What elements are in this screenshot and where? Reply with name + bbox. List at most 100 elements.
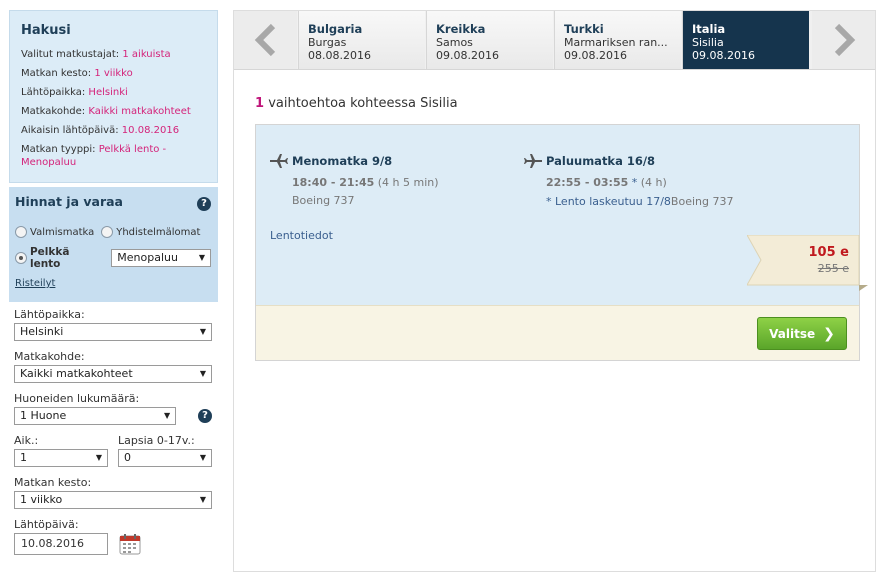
departure-select[interactable]: Helsinki — [14, 323, 212, 341]
summary-label: Matkan kesto: — [21, 68, 92, 79]
tab-place: Marmariksen ran... — [564, 36, 668, 49]
tab-country: Kreikka — [436, 22, 486, 36]
return-title: Paluumatka 16/8 — [546, 154, 656, 168]
search-form: Lähtöpaikka: Helsinki Matkakohde: Kaikki… — [9, 302, 218, 555]
summary-value: 10.08.2016 — [121, 125, 180, 136]
outbound-time-row: 18:40 - 21:45 (4 h 5 min) — [292, 176, 439, 189]
plane-outbound-icon — [270, 154, 288, 168]
radio-package[interactable] — [15, 226, 27, 238]
outbound-leg: Menomatka 9/8 18:40 - 21:45 (4 h 5 min) … — [270, 154, 439, 207]
return-leg: Paluumatka 16/8 22:55 - 03:55 * (4 h) * … — [524, 154, 733, 208]
departure-label: Lähtöpaikka: — [14, 308, 85, 321]
children-label: Lapsia 0-17v.: — [118, 434, 195, 447]
cruises-link[interactable]: Risteilyt — [15, 278, 55, 289]
card-action-bar: Valitse ❯ — [256, 305, 859, 360]
return-time: 22:55 - 03:55 — [546, 176, 629, 189]
tab-country: Bulgaria — [308, 22, 363, 36]
outbound-title: Menomatka 9/8 — [292, 154, 393, 168]
summary-label: Matkakohde: — [21, 106, 86, 117]
calendar-icon[interactable] — [119, 533, 141, 555]
tab-place: Samos — [436, 36, 473, 49]
trip-type-radios: Valmismatka Yhdistelmälomat — [15, 226, 211, 238]
radio-package-label: Valmismatka — [30, 226, 95, 238]
tab-italia[interactable]: Italia Sisilia 09.08.2016 — [682, 11, 809, 69]
flight-info-link[interactable]: Lentotiedot — [270, 229, 333, 242]
summary-value: Helsinki — [88, 87, 128, 98]
summary-row-destination: Matkakohde: Kaikki matkakohteet — [21, 105, 209, 118]
prices-panel: Hinnat ja varaa ? Valmismatka Yhdistelmä… — [9, 187, 218, 302]
summary-row-passengers: Valitut matkustajat: 1 aikuista — [21, 48, 209, 61]
return-time-row: 22:55 - 03:55 * (4 h) — [546, 176, 733, 189]
outbound-time: 18:40 - 21:45 — [292, 176, 375, 189]
duration-label: Matkan kesto: — [14, 476, 92, 489]
help-icon[interactable]: ? — [197, 197, 211, 211]
price-current: 105 e — [808, 245, 849, 260]
flight-result-card: Menomatka 9/8 18:40 - 21:45 (4 h 5 min) … — [255, 124, 868, 361]
destination-tabs: Bulgaria Burgas 08.08.2016 Kreikka Samos… — [234, 11, 875, 70]
summary-label: Matkan tyyppi: — [21, 144, 96, 155]
sidebar: Hakusi Valitut matkustajat: 1 aikuista M… — [9, 10, 218, 575]
results-panel: Bulgaria Burgas 08.08.2016 Kreikka Samos… — [233, 10, 876, 572]
result-count-heading: 1 vaihtoehtoa kohteessa Sisilia — [255, 96, 458, 111]
tab-kreikka[interactable]: Kreikka Samos 09.08.2016 — [426, 11, 553, 69]
duration-select[interactable]: 1 viikko — [14, 491, 212, 509]
chevron-right-icon: ❯ — [823, 325, 835, 342]
tab-bulgaria[interactable]: Bulgaria Burgas 08.08.2016 — [298, 11, 425, 69]
result-count: 1 — [255, 96, 265, 111]
return-aircraft: Boeing 737 — [670, 195, 734, 208]
tab-country: Turkki — [564, 22, 604, 36]
prev-arrow-button[interactable] — [234, 11, 297, 69]
tab-date: 09.08.2016 — [692, 49, 755, 62]
next-arrow-button[interactable] — [812, 11, 875, 69]
summary-value: 1 aikuista — [122, 49, 171, 60]
help-icon[interactable]: ? — [198, 409, 212, 423]
destination-label: Matkakohde: — [14, 350, 85, 363]
outbound-duration: (4 h 5 min) — [377, 176, 439, 189]
outbound-aircraft: Boeing 737 — [292, 194, 355, 207]
radio-flight-only[interactable] — [15, 252, 27, 264]
summary-value-cont: Menopaluu — [21, 157, 77, 168]
tab-turkki[interactable]: Turkki Marmariksen ran... 09.08.2016 — [554, 11, 681, 69]
return-star: * — [631, 176, 638, 189]
rooms-label: Huoneiden lukumäärä: — [14, 392, 140, 405]
price-tag-shape — [747, 235, 868, 291]
summary-value: Kaikki matkakohteet — [88, 106, 191, 117]
summary-row-trip-type: Matkan tyyppi: Pelkkä lento - Menopaluu — [21, 143, 209, 169]
summary-row-date: Aikaisin lähtöpäivä: 10.08.2016 — [21, 124, 209, 137]
tab-date: 09.08.2016 — [564, 49, 627, 62]
return-duration: (4 h) — [640, 176, 667, 189]
radio-flight-only-label: Pelkkä lento — [29, 246, 70, 270]
search-summary: Hakusi Valitut matkustajat: 1 aikuista M… — [9, 10, 218, 183]
radio-combo[interactable] — [101, 226, 114, 238]
choose-button-label: Valitse — [769, 326, 816, 341]
summary-label: Lähtöpaikka: — [21, 87, 86, 98]
tab-place: Sisilia — [692, 36, 724, 49]
search-summary-title: Hakusi — [21, 23, 71, 38]
flight-type-select[interactable]: Menopaluu — [111, 249, 211, 267]
plane-return-icon — [524, 154, 542, 168]
flight-only-row: Pelkkä lento Menopaluu — [15, 246, 211, 270]
destination-select[interactable]: Kaikki matkakohteet — [14, 365, 212, 383]
children-select[interactable]: 0 — [118, 449, 212, 467]
summary-value: Pelkkä lento - — [98, 144, 167, 155]
prices-title: Hinnat ja varaa — [15, 194, 123, 209]
summary-value: 1 viikko — [94, 68, 133, 79]
summary-label: Valitut matkustajat: — [21, 49, 120, 60]
chevron-left-icon — [254, 23, 275, 57]
summary-row-departure: Lähtöpaikka: Helsinki — [21, 86, 209, 99]
radio-combo-label: Yhdistelmälomat — [116, 226, 201, 238]
rooms-select[interactable]: 1 Huone — [14, 407, 177, 425]
choose-button[interactable]: Valitse ❯ — [757, 317, 847, 350]
chevron-right-icon — [834, 23, 855, 57]
price-tag: 105 e 255 e — [747, 235, 868, 291]
tab-date: 09.08.2016 — [436, 49, 499, 62]
date-label: Lähtöpäivä: — [14, 518, 79, 531]
summary-row-duration: Matkan kesto: 1 viikko — [21, 67, 209, 80]
adults-label: Aik.: — [14, 434, 39, 447]
tab-place: Burgas — [308, 36, 347, 49]
price-original: 255 e — [817, 262, 849, 275]
tab-date: 08.08.2016 — [308, 49, 371, 62]
flight-details: Menomatka 9/8 18:40 - 21:45 (4 h 5 min) … — [256, 125, 868, 305]
departure-date-input[interactable]: 10.08.2016 — [14, 533, 108, 555]
adults-select[interactable]: 1 — [14, 449, 108, 467]
